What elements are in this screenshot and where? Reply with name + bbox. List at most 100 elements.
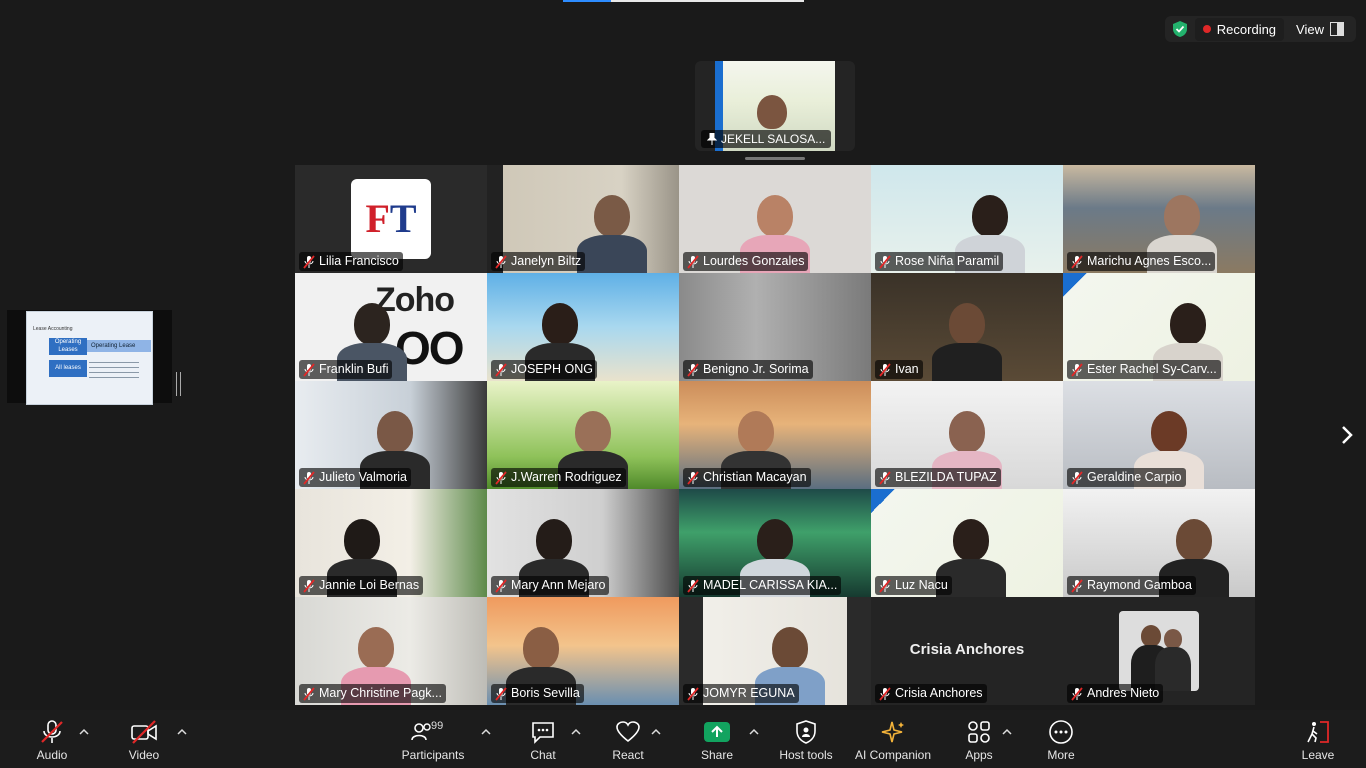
grid-view-icon [1330,22,1344,36]
apps-options-caret-icon[interactable] [1002,728,1012,736]
share-options-caret-icon[interactable] [749,728,759,736]
video-options-caret-icon[interactable] [177,728,187,736]
host-tools-button[interactable]: Host tools [776,710,836,768]
microphone-muted-icon [41,720,63,743]
participant-count-badge: 99 [431,720,444,732]
participant-tile[interactable]: Boris Sevilla [487,597,679,705]
recording-dot-icon [1202,25,1211,33]
participant-name-label: JOMYR EGUNA [683,684,799,703]
participants-label: Participants [401,748,465,762]
speaker-face [757,95,787,129]
participant-tile[interactable]: Mary Christine Pagk... [295,597,487,705]
participant-name-label: JOSEPH ONG [491,360,597,379]
participant-name-label: Christian Macayan [683,468,811,487]
more-button[interactable]: More [1042,710,1080,768]
participant-name-label: Franklin Bufi [299,360,393,379]
mic-muted-icon [303,254,315,269]
next-page-chevron-icon[interactable] [1340,424,1354,446]
mic-muted-icon [687,686,699,701]
participant-name-label: Crisia Anchores [875,684,987,703]
view-button[interactable]: View [1292,22,1348,37]
panel-resize-handle[interactable] [176,372,181,396]
mic-muted-icon [495,578,507,593]
participant-tile[interactable]: Marichu Agnes Esco... [1063,165,1255,273]
audio-options-caret-icon[interactable] [79,728,89,736]
mic-muted-icon [495,470,507,485]
security-shield-icon[interactable] [1172,21,1187,37]
participants-button[interactable]: 99 Participants [398,710,468,768]
slide-box-operating: Operating Leases [49,338,87,355]
participant-tile[interactable]: Lourdes Gonzales [679,165,871,273]
audio-button[interactable]: Audio [32,710,72,768]
participant-name-label: Jannie Loi Bernas [299,576,424,595]
participant-name-label: Benigno Jr. Sorima [683,360,813,379]
recording-indicator[interactable]: Recording [1194,17,1285,41]
slide-text-lines [89,362,139,378]
participant-name-label: MADEL CARISSA KIA... [683,576,842,595]
participant-tile[interactable]: BLEZILDA TUPAZ [871,381,1063,489]
share-button[interactable]: Share [697,710,737,768]
participant-tile[interactable]: MADEL CARISSA KIA... [679,489,871,597]
participant-tile[interactable]: JOSEPH ONG [487,273,679,381]
active-speaker-tile[interactable]: JEKELL SALOSA... [695,61,855,151]
ai-companion-button[interactable]: AI Companion [852,710,934,768]
mic-muted-icon [495,686,507,701]
participant-tile[interactable]: Luz Nacu [871,489,1063,597]
participant-tile[interactable]: Raymond Gamboa [1063,489,1255,597]
shared-screen-thumbnail[interactable]: Lease Accounting Operating Leases Operat… [7,310,172,405]
ft-logo: FT [351,179,431,259]
participant-tile[interactable]: Janelyn Biltz [487,165,679,273]
participant-name-label: Janelyn Biltz [491,252,586,271]
participant-tile[interactable]: Andres Nieto [1063,597,1255,705]
share-screen-icon [704,722,730,742]
participant-tile[interactable]: Benigno Jr. Sorima [679,273,871,381]
participant-name-label: Mary Christine Pagk... [299,684,446,703]
profile-photo [1119,611,1199,691]
participant-name-label: BLEZILDA TUPAZ [875,468,1001,487]
mic-muted-icon [1071,686,1083,701]
participant-tile[interactable]: Geraldine Carpio [1063,381,1255,489]
participant-tile[interactable]: Ester Rachel Sy-Carv... [1063,273,1255,381]
participants-icon-wrap: 99 [410,720,456,744]
react-button[interactable]: React [608,710,648,768]
speaker-drag-handle[interactable] [745,157,805,160]
react-label: React [612,748,644,762]
participant-name-label: Andres Nieto [1067,684,1164,703]
mic-muted-icon [303,686,315,701]
participant-name-label: Lourdes Gonzales [683,252,809,271]
heart-icon [616,721,640,743]
participant-tile[interactable]: Zoho OO Franklin Bufi [295,273,487,381]
participant-tile[interactable]: FT Lilia Francisco [295,165,487,273]
participant-tile[interactable]: Ivan [871,273,1063,381]
top-window-strip [563,0,804,2]
mic-muted-icon [879,362,891,377]
chat-options-caret-icon[interactable] [571,728,581,736]
more-dots-icon [1049,720,1073,744]
speaker-name: JEKELL SALOSA... [721,132,826,146]
mic-muted-icon [303,470,315,485]
participant-name-label: Raymond Gamboa [1067,576,1196,595]
mic-muted-icon [879,254,891,269]
participant-tile[interactable]: Christian Macayan [679,381,871,489]
video-camera-off-icon [131,720,157,744]
participant-tile[interactable]: J.Warren Rodriguez [487,381,679,489]
participant-tile[interactable]: Julieto Valmoria [295,381,487,489]
shared-slide: Lease Accounting Operating Leases Operat… [26,311,153,405]
video-off-name: Crisia Anchores [909,641,1025,658]
mic-muted-icon [495,362,507,377]
participant-tile[interactable]: Crisia Anchores Crisia Anchores [871,597,1063,705]
video-label: Video [128,748,160,762]
participant-tile[interactable]: Jannie Loi Bernas [295,489,487,597]
apps-button[interactable]: Apps [960,710,998,768]
react-options-caret-icon[interactable] [651,728,661,736]
meeting-toolbar: Audio Video 99 Participants Chat React S… [0,710,1366,768]
participant-tile[interactable]: JOMYR EGUNA [679,597,871,705]
leave-button[interactable]: Leave [1298,710,1338,768]
participant-tile[interactable]: Rose Niña Paramil [871,165,1063,273]
participant-tile[interactable]: Mary Ann Mejaro [487,489,679,597]
participants-options-caret-icon[interactable] [481,728,491,736]
mic-muted-icon [303,362,315,377]
chat-button[interactable]: Chat [524,710,562,768]
video-button[interactable]: Video [124,710,164,768]
pin-icon [707,133,717,145]
